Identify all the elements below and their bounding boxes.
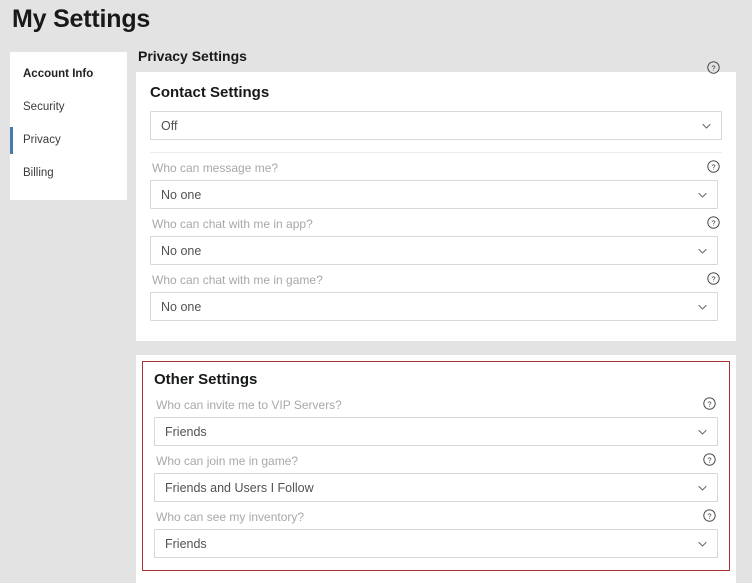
select-value: No one: [161, 243, 202, 258]
sidebar-item-account-info[interactable]: Account Info: [10, 58, 127, 91]
help-circle-icon[interactable]: ?: [707, 61, 720, 74]
select-value: Off: [161, 118, 178, 133]
select-value: Friends: [165, 424, 207, 439]
main-content: Privacy Settings Contact Settings ? Off: [136, 48, 752, 583]
field-label: Who can message me?: [152, 161, 279, 175]
sidebar-item-security[interactable]: Security: [10, 91, 127, 124]
other-settings-heading: Other Settings: [154, 371, 258, 388]
select-who-can-join-in-game[interactable]: Friends and Users I Follow: [154, 473, 718, 502]
page-title: My Settings: [12, 5, 151, 33]
field-label: Who can chat with me in game?: [152, 273, 323, 287]
field-who-can-join-in-game: Who can join me in game? ? Friends and U…: [154, 446, 718, 502]
svg-text:?: ?: [711, 274, 715, 283]
page-section-title: Privacy Settings: [138, 48, 247, 64]
contact-settings-card: Contact Settings ? Off Who can message m…: [136, 61, 736, 341]
sidebar-item-label: Security: [23, 101, 65, 113]
help-circle-icon[interactable]: ?: [703, 453, 716, 466]
select-who-can-chat-in-game[interactable]: No one: [150, 292, 718, 321]
help-circle-icon[interactable]: ?: [707, 272, 720, 285]
field-who-can-chat-in-app: Who can chat with me in app? ? No one: [150, 209, 722, 265]
chevron-down-icon: [697, 301, 708, 312]
select-value: Friends: [165, 536, 207, 551]
select-who-can-see-inventory[interactable]: Friends: [154, 529, 718, 558]
field-label: Who can join me in game?: [156, 454, 299, 468]
help-circle-icon[interactable]: ?: [707, 160, 720, 173]
contact-settings-heading: Contact Settings: [150, 84, 270, 101]
chevron-down-icon: [697, 538, 708, 549]
chevron-down-icon: [697, 189, 708, 200]
chevron-down-icon: [697, 482, 708, 493]
select-value: No one: [161, 187, 202, 202]
svg-text:?: ?: [707, 511, 711, 520]
svg-text:?: ?: [711, 63, 715, 72]
svg-text:?: ?: [707, 399, 711, 408]
select-value: No one: [161, 299, 202, 314]
help-circle-icon[interactable]: ?: [703, 397, 716, 410]
field-label: Who can see my inventory?: [156, 510, 305, 524]
chevron-down-icon: [697, 426, 708, 437]
select-who-can-invite-vip[interactable]: Friends: [154, 417, 718, 446]
field-who-can-see-inventory: Who can see my inventory? ? Friends: [154, 502, 718, 558]
field-who-can-chat-in-game: Who can chat with me in game? ? No one: [150, 265, 722, 321]
select-who-can-message-me[interactable]: No one: [150, 180, 718, 209]
other-settings-outline: Other Settings Who can invite me to VIP …: [142, 361, 730, 571]
svg-text:?: ?: [711, 162, 715, 171]
contact-settings-header-row: Contact Settings ?: [150, 61, 722, 101]
svg-text:?: ?: [707, 455, 711, 464]
field-who-can-message-me: Who can message me? ? No one: [150, 153, 722, 209]
select-who-can-chat-in-app[interactable]: No one: [150, 236, 718, 265]
field-label: Who can invite me to VIP Servers?: [156, 398, 342, 412]
sidebar-item-label: Privacy: [23, 134, 61, 146]
select-value: Friends and Users I Follow: [165, 480, 314, 495]
help-circle-icon[interactable]: ?: [703, 509, 716, 522]
chevron-down-icon: [701, 120, 712, 131]
field-label: Who can chat with me in app?: [152, 217, 313, 231]
sidebar-item-privacy[interactable]: Privacy: [10, 124, 127, 157]
field-who-can-invite-vip: Who can invite me to VIP Servers? ? Frie…: [154, 390, 718, 446]
help-circle-icon[interactable]: ?: [707, 216, 720, 229]
sidebar-item-label: Billing: [23, 167, 54, 179]
settings-sidebar: Account Info Security Privacy Billing: [10, 52, 127, 200]
contact-settings-master-select[interactable]: Off: [150, 111, 722, 140]
svg-text:?: ?: [711, 218, 715, 227]
other-settings-card: Other Settings Who can invite me to VIP …: [136, 355, 736, 583]
sidebar-item-billing[interactable]: Billing: [10, 157, 127, 190]
sidebar-item-label: Account Info: [23, 68, 94, 80]
chevron-down-icon: [697, 245, 708, 256]
